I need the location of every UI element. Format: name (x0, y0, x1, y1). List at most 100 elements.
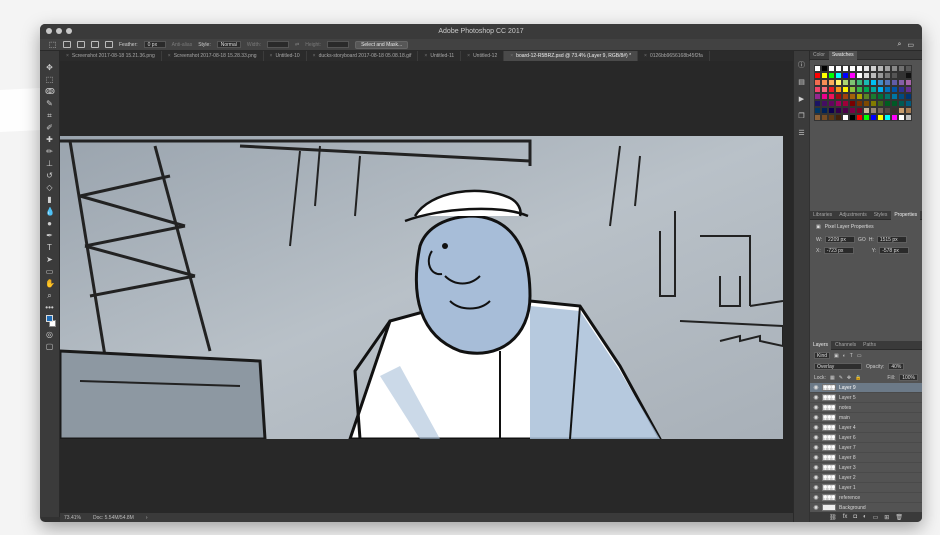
color-swatch[interactable] (849, 65, 856, 72)
visibility-eye-icon[interactable]: ◉ (813, 464, 819, 471)
width-input[interactable] (267, 41, 290, 48)
color-swatch[interactable] (884, 93, 891, 100)
color-swatch[interactable] (835, 79, 842, 86)
visibility-eye-icon[interactable]: ◉ (813, 454, 819, 461)
color-swatch[interactable] (863, 107, 870, 114)
document-tab[interactable]: × 0126bb9656168b45f2fa (638, 51, 710, 61)
blur-icon[interactable]: 💧 (45, 207, 55, 216)
color-swatch[interactable] (842, 79, 849, 86)
color-swatch[interactable] (842, 114, 849, 121)
color-swatch[interactable] (898, 93, 905, 100)
quick-mask-icon[interactable]: ◎ (45, 330, 54, 339)
color-swatch[interactable] (891, 93, 898, 100)
lock-position-icon[interactable]: ✥ (847, 375, 851, 381)
color-swatch[interactable] (898, 100, 905, 107)
gradient-icon[interactable]: ▮ (45, 195, 54, 204)
lock-pixels-icon[interactable]: ▦ (830, 375, 835, 381)
visibility-eye-icon[interactable]: ◉ (813, 384, 819, 391)
tab-color[interactable]: Color (810, 51, 828, 60)
color-swatch[interactable] (877, 79, 884, 86)
y-field[interactable]: -578 px (879, 247, 910, 254)
color-swatch[interactable] (870, 107, 877, 114)
color-swatch[interactable] (870, 93, 877, 100)
layer-row[interactable]: ◉ Layer 5 (810, 393, 922, 403)
marquee-icon[interactable]: ⬚ (45, 75, 54, 84)
document-tab[interactable]: × Screenshot 2017-08-18 15.21.36.png (60, 51, 162, 61)
color-swatch[interactable] (898, 65, 905, 72)
stamp-icon[interactable]: ⊥ (45, 159, 54, 168)
layer-row[interactable]: ◉ Layer 4 (810, 423, 922, 433)
tab-adjustments[interactable]: Adjustments (836, 211, 870, 220)
color-swatch[interactable] (828, 107, 835, 114)
height-input[interactable] (327, 41, 350, 48)
color-swatch[interactable] (884, 79, 891, 86)
new-layer-icon[interactable]: ⊞ (884, 514, 889, 521)
color-swatch[interactable] (856, 107, 863, 114)
color-swatch[interactable] (905, 65, 912, 72)
add-selection-icon[interactable] (77, 41, 85, 48)
doc-size-info[interactable]: Doc: 5.54M/54.8M (93, 515, 134, 521)
lasso-icon[interactable]: ↂ (45, 87, 55, 96)
brush-icon[interactable]: ✏ (45, 147, 54, 156)
color-swatch[interactable] (905, 72, 912, 79)
opacity-field[interactable]: 40% (888, 363, 905, 370)
layer-row[interactable]: ◉ Layer 3 (810, 463, 922, 473)
quick-select-icon[interactable]: ✎ (45, 99, 54, 108)
color-swatch[interactable] (870, 79, 877, 86)
color-swatch[interactable] (842, 107, 849, 114)
layer-row[interactable]: ◉ Layer 9 (810, 383, 922, 393)
info-icon[interactable]: ⓘ (797, 61, 806, 70)
color-swatch[interactable] (891, 114, 898, 121)
color-swatch[interactable] (835, 65, 842, 72)
color-swatch[interactable] (835, 100, 842, 107)
close-tab-icon[interactable]: × (467, 51, 470, 61)
tab-libraries[interactable]: Libraries (810, 211, 835, 220)
document-tab[interactable]: × Untitled-12 (461, 51, 505, 61)
layer-row[interactable]: ◉ Layer 7 (810, 443, 922, 453)
timeline-icon[interactable]: ☰ (797, 129, 806, 138)
color-swatch[interactable] (898, 107, 905, 114)
visibility-eye-icon[interactable]: ◉ (813, 444, 819, 451)
color-swatch[interactable] (863, 86, 870, 93)
color-swatch[interactable] (849, 107, 856, 114)
filter-type-icon[interactable]: T (850, 353, 853, 359)
visibility-eye-icon[interactable]: ◉ (813, 434, 819, 441)
close-tab-icon[interactable]: × (66, 51, 69, 61)
color-swatch[interactable] (891, 86, 898, 93)
link-layers-icon[interactable]: ⛓ (829, 514, 837, 521)
delete-layer-icon[interactable]: 🗑 (895, 514, 903, 521)
color-swatch[interactable] (905, 100, 912, 107)
color-swatch[interactable] (905, 93, 912, 100)
color-swatch[interactable] (842, 72, 849, 79)
color-swatch[interactable] (884, 65, 891, 72)
layer-row[interactable]: ◉ Layer 2 (810, 473, 922, 483)
color-swatch[interactable] (870, 114, 877, 121)
crop-icon[interactable]: ⌗ (45, 111, 54, 120)
zoom-icon[interactable]: ⌕ (45, 291, 54, 300)
color-swatch[interactable] (905, 107, 912, 114)
color-swatch[interactable] (814, 114, 821, 121)
minimize-window-button[interactable] (56, 28, 62, 34)
color-swatch[interactable] (821, 100, 828, 107)
color-swatch[interactable] (877, 114, 884, 121)
color-swatch[interactable] (884, 72, 891, 79)
layer-row[interactable]: ◉ main (810, 413, 922, 423)
color-swatch[interactable] (821, 107, 828, 114)
document-tab[interactable]: × Untitled-10 (264, 51, 307, 61)
color-swatch[interactable] (863, 114, 870, 121)
tab-swatches[interactable]: Swatches (828, 50, 857, 60)
visibility-eye-icon[interactable]: ◉ (813, 504, 819, 511)
zoom-window-button[interactable] (66, 28, 72, 34)
color-swatch[interactable] (849, 72, 856, 79)
tab-properties[interactable]: Properties (891, 210, 921, 220)
fx-icon[interactable]: fx (843, 514, 848, 520)
storyboard-artwork[interactable] (60, 136, 783, 439)
color-swatch[interactable] (856, 72, 863, 79)
dodge-icon[interactable]: ● (45, 219, 54, 228)
color-swatch[interactable] (828, 65, 835, 72)
color-swatch[interactable] (814, 107, 821, 114)
layer-row[interactable]: ◉ Layer 6 (810, 433, 922, 443)
filter-shape-icon[interactable]: ▭ (857, 353, 862, 359)
document-tab[interactable]: × board-12-R5BRZ.psd @ 73.4% (Layer 9, RG… (504, 51, 639, 61)
eyedropper-icon[interactable]: ✐ (45, 123, 54, 132)
